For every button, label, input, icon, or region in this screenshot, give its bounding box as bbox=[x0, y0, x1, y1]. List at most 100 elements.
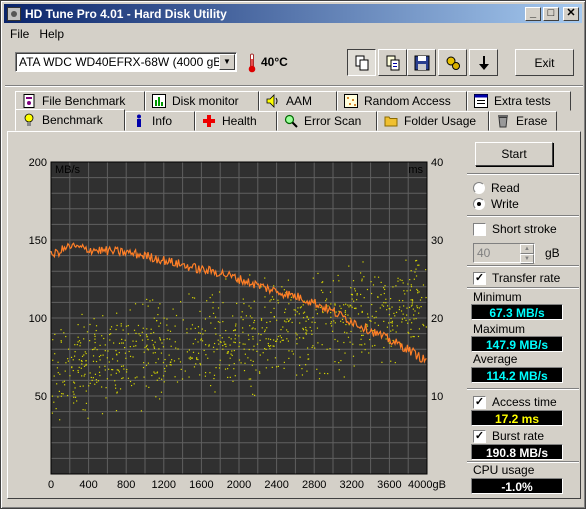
access-time-point bbox=[55, 408, 57, 410]
access-time-point bbox=[184, 370, 186, 372]
access-time-point bbox=[169, 361, 172, 363]
chevron-down-icon[interactable]: ▼ bbox=[219, 54, 235, 70]
access-time-point bbox=[108, 368, 110, 370]
access-time-point bbox=[76, 400, 78, 402]
access-time-point bbox=[243, 302, 245, 305]
tab-random-access[interactable]: Random Access bbox=[337, 91, 467, 111]
short-stroke-option[interactable]: Short stroke bbox=[473, 222, 557, 236]
drive-select[interactable]: ATA WDC WD40EFRX-68W (4000 gB) ▼ bbox=[15, 52, 237, 72]
access-time-point bbox=[105, 387, 107, 389]
access-time-point bbox=[275, 366, 278, 368]
menu-help[interactable]: Help bbox=[34, 25, 69, 43]
tab-erase[interactable]: Erase bbox=[489, 111, 557, 131]
access-time-point bbox=[233, 349, 235, 352]
access-time-checkbox[interactable]: ✓ bbox=[473, 395, 486, 409]
access-time-point bbox=[337, 340, 339, 342]
access-time-point bbox=[253, 319, 256, 322]
tab-file-benchmark[interactable]: File Benchmark bbox=[15, 91, 145, 111]
access-time-point bbox=[252, 338, 254, 340]
stepper-down-icon[interactable]: ▼ bbox=[520, 254, 534, 264]
access-time-point bbox=[247, 357, 249, 359]
access-time-point bbox=[316, 327, 319, 329]
save-button[interactable] bbox=[407, 49, 436, 76]
tab-aam[interactable]: AAM bbox=[259, 91, 337, 111]
access-time-point bbox=[174, 376, 176, 378]
access-time-option[interactable]: ✓ Access time bbox=[473, 395, 557, 409]
options-button[interactable] bbox=[438, 49, 467, 76]
access-time-point bbox=[135, 340, 137, 342]
access-time-point bbox=[360, 272, 362, 274]
access-time-point bbox=[164, 370, 166, 372]
tab-disk-monitor[interactable]: Disk monitor bbox=[145, 91, 259, 111]
access-time-point bbox=[404, 293, 406, 295]
access-time-point bbox=[249, 325, 251, 327]
access-time-point bbox=[240, 316, 242, 318]
access-time-point bbox=[110, 326, 113, 328]
download-button[interactable] bbox=[469, 49, 498, 76]
extra-tests-icon bbox=[474, 94, 488, 108]
access-time-point bbox=[263, 330, 266, 333]
short-stroke-checkbox[interactable] bbox=[473, 222, 486, 236]
transfer-rate-option[interactable]: ✓ Transfer rate bbox=[473, 271, 560, 285]
transfer-rate-checkbox[interactable]: ✓ bbox=[473, 271, 486, 285]
access-time-point bbox=[330, 316, 332, 318]
access-time-point bbox=[290, 299, 292, 301]
access-time-point bbox=[273, 307, 275, 310]
short-stroke-label: Short stroke bbox=[492, 222, 557, 236]
write-option[interactable]: Write bbox=[473, 197, 519, 211]
tab-error-scan[interactable]: Error Scan bbox=[277, 111, 377, 131]
access-time-point bbox=[156, 371, 159, 373]
access-time-point bbox=[406, 314, 408, 316]
access-time-point bbox=[273, 298, 275, 300]
access-time-point bbox=[169, 330, 172, 332]
copy-info-button[interactable] bbox=[378, 49, 407, 76]
menu-file[interactable]: File bbox=[5, 25, 34, 43]
tab-extra-tests[interactable]: Extra tests bbox=[467, 91, 571, 111]
access-time-point bbox=[265, 338, 267, 340]
access-time-point bbox=[385, 302, 387, 304]
save-icon bbox=[414, 55, 429, 70]
close-button[interactable]: ✕ bbox=[563, 6, 579, 21]
access-time-point bbox=[285, 329, 288, 331]
burst-rate-checkbox[interactable]: ✓ bbox=[473, 429, 486, 443]
tab-folder-usage[interactable]: Folder Usage bbox=[377, 111, 489, 131]
access-time-point bbox=[218, 343, 220, 345]
access-time-point bbox=[70, 356, 73, 359]
access-time-point bbox=[418, 291, 420, 293]
app-window: HD Tune Pro 4.01 - Hard Disk Utility _ □… bbox=[0, 0, 586, 509]
access-time-point bbox=[383, 287, 385, 289]
y-right-tick-label: 30 bbox=[431, 235, 443, 247]
tab-benchmark[interactable]: Benchmark bbox=[15, 109, 125, 131]
access-time-point bbox=[248, 338, 250, 341]
access-time-point bbox=[127, 333, 129, 335]
read-option[interactable]: Read bbox=[473, 181, 520, 195]
burst-rate-option[interactable]: ✓ Burst rate bbox=[473, 429, 544, 443]
access-time-point bbox=[352, 280, 355, 282]
access-time-point bbox=[210, 385, 212, 387]
exit-button[interactable]: Exit bbox=[515, 49, 574, 76]
minimize-button[interactable]: _ bbox=[525, 6, 541, 21]
tab-health[interactable]: Health bbox=[195, 111, 277, 131]
copy-button[interactable] bbox=[347, 49, 376, 76]
access-time-point bbox=[273, 316, 275, 318]
access-time-point bbox=[288, 350, 290, 352]
access-time-point bbox=[164, 367, 166, 370]
access-time-point bbox=[330, 325, 333, 327]
write-radio[interactable] bbox=[473, 198, 485, 210]
access-time-point bbox=[180, 368, 182, 370]
read-radio[interactable] bbox=[473, 182, 485, 194]
start-button[interactable]: Start bbox=[475, 142, 553, 166]
access-time-point bbox=[129, 309, 131, 311]
access-time-point bbox=[270, 311, 272, 314]
access-time-point bbox=[277, 335, 279, 338]
tab-info[interactable]: Info bbox=[125, 111, 195, 131]
access-time-point bbox=[151, 339, 153, 342]
access-time-point bbox=[352, 343, 354, 345]
access-time-point bbox=[280, 337, 283, 339]
stepper-up-icon[interactable]: ▲ bbox=[520, 244, 534, 254]
access-time-point bbox=[312, 316, 314, 319]
file-benchmark-icon bbox=[22, 94, 36, 108]
access-time-point bbox=[343, 341, 345, 344]
short-stroke-stepper[interactable]: 40 ▲ ▼ bbox=[473, 243, 535, 264]
maximize-button[interactable]: □ bbox=[543, 6, 559, 21]
